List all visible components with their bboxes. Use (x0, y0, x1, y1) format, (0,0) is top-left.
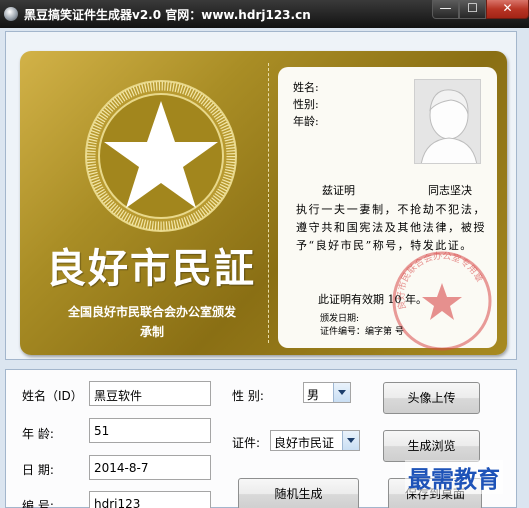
info-sheet: 良好市民联合会办公室专用章 姓名: 性别: 年龄: 兹证明 同志坚决 执行一夫一… (278, 67, 497, 351)
gender-select[interactable]: 男 (303, 382, 351, 403)
citizen-card: 良好市民証 全国良好市民联合会办公室颁发 承制 良好市民联合会办公室专用章 姓名… (20, 51, 507, 355)
watermark-logo: 最需教育 (405, 460, 503, 494)
cert-motto: 同志坚决 (428, 184, 472, 197)
cert-validity: 此证明有效期 10 年。 (318, 293, 427, 306)
card-preview-panel: 良好市民証 全国良好市民联合会办公室颁发 承制 良好市民联合会办公室专用章 姓名… (5, 31, 517, 360)
person-silhouette-icon (420, 89, 478, 163)
date-input[interactable]: 2014-8-7 (89, 455, 211, 480)
avatar-upload-button[interactable]: 头像上传 (383, 382, 480, 414)
cert-type-select[interactable]: 良好市民证 (270, 430, 360, 451)
window-title: 黑豆搞笑证件生成器v2.0 官网：www.hdrj123.cn (24, 8, 311, 22)
random-generate-button[interactable]: 随机生成 (238, 478, 359, 508)
card-issuer: 全国良好市民联合会办公室颁发 承制 (48, 302, 256, 342)
card-divider (268, 63, 269, 343)
title-bar: 黑豆搞笑证件生成器v2.0 官网：www.hdrj123.cn — ☐ ✕ (0, 0, 529, 28)
card-title: 良好市民証 (46, 245, 256, 292)
age-label: 年 龄: (22, 427, 54, 441)
close-button[interactable]: ✕ (486, 0, 529, 19)
avatar-placeholder (414, 79, 481, 164)
maximize-button[interactable]: ☐ (459, 0, 486, 19)
name-field-label: 姓名: (293, 81, 319, 94)
star-emblem-icon (85, 80, 237, 232)
chevron-down-icon[interactable] (342, 431, 359, 450)
gender-select-value: 男 (307, 388, 320, 402)
age-field-label: 年龄: (293, 115, 319, 128)
gender-label: 性 别: (232, 389, 264, 403)
gender-field-label: 性别: (293, 98, 319, 111)
issue-date-label: 颁发日期: (320, 314, 360, 324)
number-input[interactable]: hdrj123 (89, 491, 211, 508)
issuer-line-1: 全国良好市民联合会办公室颁发 (67, 305, 236, 319)
name-input[interactable]: 黑豆软件 (89, 381, 211, 406)
preview-button[interactable]: 生成浏览 (383, 430, 480, 462)
name-label: 姓名（ID） (22, 389, 83, 403)
minimize-button[interactable]: — (432, 0, 459, 19)
cert-heading: 兹证明 (322, 184, 355, 197)
age-input[interactable]: 51 (89, 418, 211, 443)
issuer-line-2: 承制 (139, 325, 164, 339)
cert-type-select-value: 良好市民证 (274, 436, 335, 450)
cert-type-label: 证件: (232, 436, 261, 450)
app-icon (4, 7, 18, 21)
cert-body-text: 执行一夫一妻制，不抢劫不犯法，遵守共和国宪法及其他法律，被授予“良好市民”称号，… (296, 203, 486, 252)
cert-number-label: 证件编号：编字第 号 (320, 327, 404, 337)
chevron-down-icon[interactable] (333, 383, 350, 402)
number-label: 编 号: (22, 499, 54, 508)
app-window: 良好市民証 全国良好市民联合会办公室颁发 承制 良好市民联合会办公室专用章 姓名… (0, 28, 529, 508)
date-label: 日 期: (22, 463, 54, 477)
